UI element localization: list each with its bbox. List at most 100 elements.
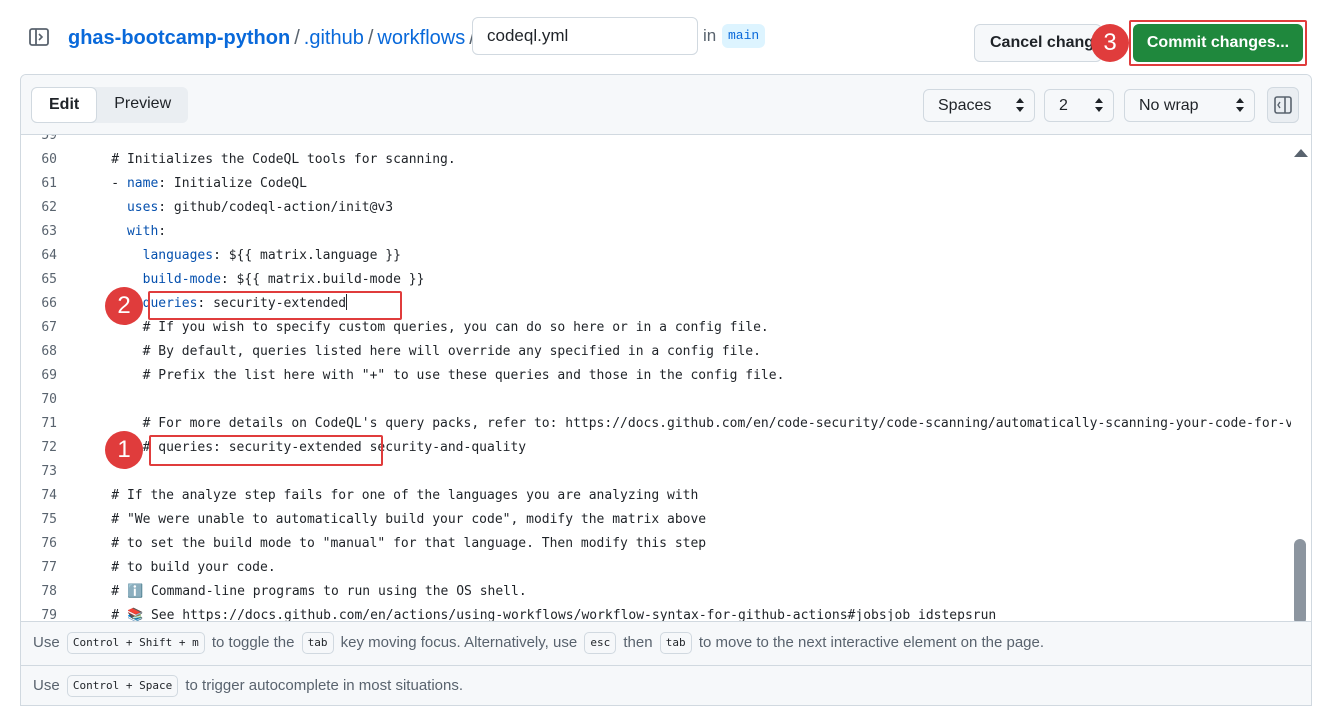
hint-text: then: [623, 634, 653, 651]
line-number: 61: [41, 176, 57, 191]
code-text: uses: github/codeql-action/init@v3: [80, 196, 393, 220]
select-arrows-icon: [1236, 98, 1244, 112]
line-number: 70: [41, 392, 57, 407]
yaml-key: with: [126, 224, 159, 239]
line-number: 65: [41, 272, 57, 287]
line-number: 72: [41, 440, 57, 455]
hint-text: to move to the next interactive element …: [698, 634, 1045, 651]
hint-text: key moving focus. Alternatively, use: [340, 634, 578, 651]
tab-edit[interactable]: Edit: [31, 87, 98, 123]
scroll-up-arrow-icon[interactable]: [1294, 149, 1308, 157]
line-number: 64: [41, 248, 57, 263]
annotation-badge-1: 1: [105, 431, 143, 469]
code-line[interactable]: 64 languages: ${{ matrix.language }}: [21, 244, 1291, 268]
code-text: languages: ${{ matrix.language }}: [80, 244, 401, 268]
file-header: ghas-bootcamp-python/.github/workflows/ …: [0, 0, 1332, 74]
code-text: # "We were unable to automatically build…: [80, 512, 707, 527]
breadcrumb-repo-link[interactable]: ghas-bootcamp-python: [68, 27, 290, 49]
yaml-value: : ${{ matrix.build-mode }}: [220, 272, 425, 287]
code-line[interactable]: 62 uses: github/codeql-action/init@v3: [21, 196, 1291, 220]
yaml-value: :: [158, 224, 167, 239]
code-text: - name: Initialize CodeQL: [80, 172, 307, 196]
yaml-key: languages: [142, 248, 214, 263]
split-view-button[interactable]: [1267, 87, 1299, 123]
code-text: # Prefix the list here with "+" to use t…: [80, 368, 785, 383]
code-line[interactable]: 70: [21, 388, 1291, 412]
breadcrumb-github-link[interactable]: .github: [304, 27, 364, 49]
indent-size-select[interactable]: 2: [1044, 89, 1114, 122]
sidebar-toggle-icon[interactable]: [28, 26, 50, 48]
code-line[interactable]: 61 - name: Initialize CodeQL: [21, 172, 1291, 196]
yaml-value: : ${{ matrix.language }}: [213, 248, 401, 263]
line-number: 77: [41, 560, 57, 575]
cancel-changes-button[interactable]: Cancel changes: [974, 24, 1102, 62]
code-line[interactable]: 59: [21, 135, 1291, 148]
code-line[interactable]: 69 # Prefix the list here with "+" to us…: [21, 364, 1291, 388]
code-text: # By default, queries listed here will o…: [80, 344, 761, 359]
indent-mode-value: Spaces: [938, 97, 992, 114]
code-line[interactable]: 71 # For more details on CodeQL's query …: [21, 412, 1291, 436]
yaml-value: : github/codeql-action/init@v3: [158, 200, 394, 215]
keyboard-hint-focus: Use Control + Shift + m to toggle the ta…: [21, 621, 1311, 665]
line-number: 60: [41, 152, 57, 167]
annotation-highlight-queries-line: [148, 291, 402, 320]
in-label: in: [703, 26, 717, 45]
line-number: 59: [41, 135, 57, 143]
indent-mode-select[interactable]: Spaces: [923, 89, 1035, 122]
line-number: 63: [41, 224, 57, 239]
branch-badge: main: [722, 24, 766, 48]
code-editor[interactable]: 59 60 # Initializes the CodeQL tools for …: [21, 135, 1291, 621]
code-line[interactable]: 60 # Initializes the CodeQL tools for sc…: [21, 148, 1291, 172]
code-indent: -: [80, 176, 127, 191]
editor-panel: Edit Preview Spaces 2 No wrap 59 60 # Ini…: [20, 74, 1312, 706]
code-text: # to set the build mode to "manual" for …: [80, 536, 707, 551]
yaml-key: uses: [126, 200, 159, 215]
code-line[interactable]: 78 # ℹ️ Command-line programs to run usi…: [21, 580, 1291, 604]
code-line[interactable]: 74 # If the analyze step fails for one o…: [21, 484, 1291, 508]
editor-toolbar: Edit Preview Spaces 2 No wrap: [21, 75, 1311, 135]
hint-text: Use: [33, 677, 60, 694]
code-line[interactable]: 63 with:: [21, 220, 1291, 244]
line-number: 79: [41, 608, 57, 621]
annotation-badge-2: 2: [105, 287, 143, 325]
code-line[interactable]: 65 build-mode: ${{ matrix.build-mode }}: [21, 268, 1291, 292]
wrap-mode-select[interactable]: No wrap: [1124, 89, 1255, 122]
tab-preview[interactable]: Preview: [97, 87, 188, 123]
line-number: 73: [41, 464, 57, 479]
line-number: 78: [41, 584, 57, 599]
breadcrumb-workflows-link[interactable]: workflows: [377, 27, 465, 49]
code-line[interactable]: 75 # "We were unable to automatically bu…: [21, 508, 1291, 532]
scrollbar-thumb[interactable]: [1294, 539, 1306, 625]
split-view-icon: [1274, 96, 1292, 114]
code-text: # ℹ️ Command-line programs to run using …: [80, 584, 527, 599]
code-text: # 📚 See https://docs.github.com/en/actio…: [80, 608, 997, 621]
select-arrows-icon: [1016, 98, 1024, 112]
edit-preview-tabs: Edit Preview: [31, 87, 189, 123]
code-line[interactable]: 76 # to set the build mode to "manual" f…: [21, 532, 1291, 556]
code-text: # For more details on CodeQL's query pac…: [142, 416, 1291, 431]
breadcrumb-separator: /: [294, 27, 300, 49]
select-arrows-icon: [1095, 98, 1103, 112]
line-number: 75: [41, 512, 57, 527]
kbd-tab: tab: [301, 632, 334, 654]
indent-size-value: 2: [1059, 97, 1068, 114]
annotation-highlight-commented-queries: [149, 435, 383, 466]
yaml-key: name: [126, 176, 159, 191]
line-number: 69: [41, 368, 57, 383]
hint-text: Use: [33, 634, 60, 651]
code-line[interactable]: 77 # to build your code.: [21, 556, 1291, 580]
annotation-badge-3: 3: [1091, 24, 1129, 62]
kbd-control-shift-m: Control + Shift + m: [66, 632, 205, 654]
keyboard-hint-autocomplete: Use Control + Space to trigger autocompl…: [21, 665, 1311, 705]
code-line[interactable]: 79 # 📚 See https://docs.github.com/en/ac…: [21, 604, 1291, 621]
line-number: 74: [41, 488, 57, 503]
line-number: 68: [41, 344, 57, 359]
code-text: with:: [80, 220, 166, 244]
filename-input[interactable]: [472, 17, 698, 55]
code-line[interactable]: 68 # By default, queries listed here wil…: [21, 340, 1291, 364]
hint-text: to toggle the: [211, 634, 295, 651]
